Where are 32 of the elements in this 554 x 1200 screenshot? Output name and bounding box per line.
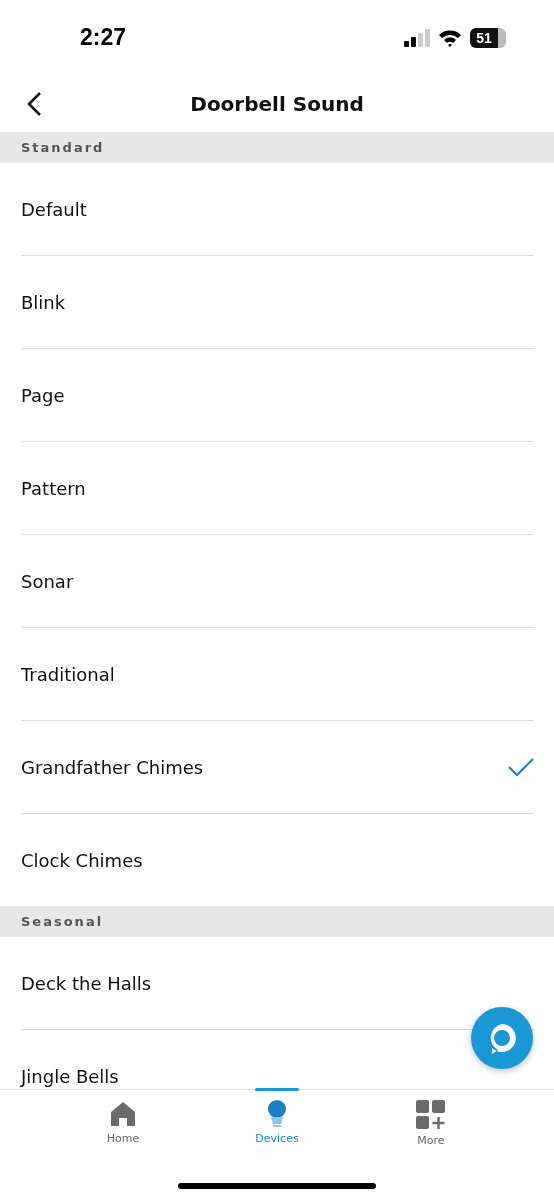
wifi-icon <box>438 28 462 47</box>
section-title: Standard <box>21 140 105 155</box>
sound-option[interactable]: Default <box>21 163 534 256</box>
option-label: Clock Chimes <box>21 849 143 871</box>
battery-icon: 51 <box>470 27 506 48</box>
sound-option[interactable]: Blink <box>21 256 534 349</box>
sound-option[interactable]: Pattern <box>21 442 534 535</box>
option-label: Blink <box>21 291 66 313</box>
option-label: Sonar <box>21 570 74 592</box>
sound-option[interactable]: Page <box>21 349 534 442</box>
option-label: Default <box>21 198 87 220</box>
option-label: Page <box>21 384 65 406</box>
option-label: Pattern <box>21 477 86 499</box>
section-title: Seasonal <box>21 914 104 929</box>
sound-option[interactable]: Grandfather Chimes <box>21 721 534 814</box>
grid-plus-icon <box>416 1100 446 1130</box>
option-label: Jingle Bells <box>21 1065 119 1087</box>
option-label: Grandfather Chimes <box>21 756 204 778</box>
nav-tab[interactable]: Home <box>76 1090 170 1200</box>
home-icon <box>109 1100 137 1128</box>
sound-option[interactable]: Sonar <box>21 535 534 628</box>
sound-option[interactable]: Traditional <box>21 628 534 721</box>
signal-icon <box>404 28 430 47</box>
option-label: Traditional <box>21 663 115 685</box>
sound-option[interactable]: Clock Chimes <box>21 814 534 906</box>
page-title: Doorbell Sound <box>190 91 364 116</box>
option-label: Deck the Halls <box>21 972 152 994</box>
voice-assistant-button[interactable] <box>471 1007 533 1069</box>
status-time: 2:27 <box>80 24 127 51</box>
light-bulb-icon <box>266 1100 288 1128</box>
nav-tab[interactable]: More <box>384 1090 478 1200</box>
nav-tab[interactable]: Devices <box>230 1090 324 1200</box>
